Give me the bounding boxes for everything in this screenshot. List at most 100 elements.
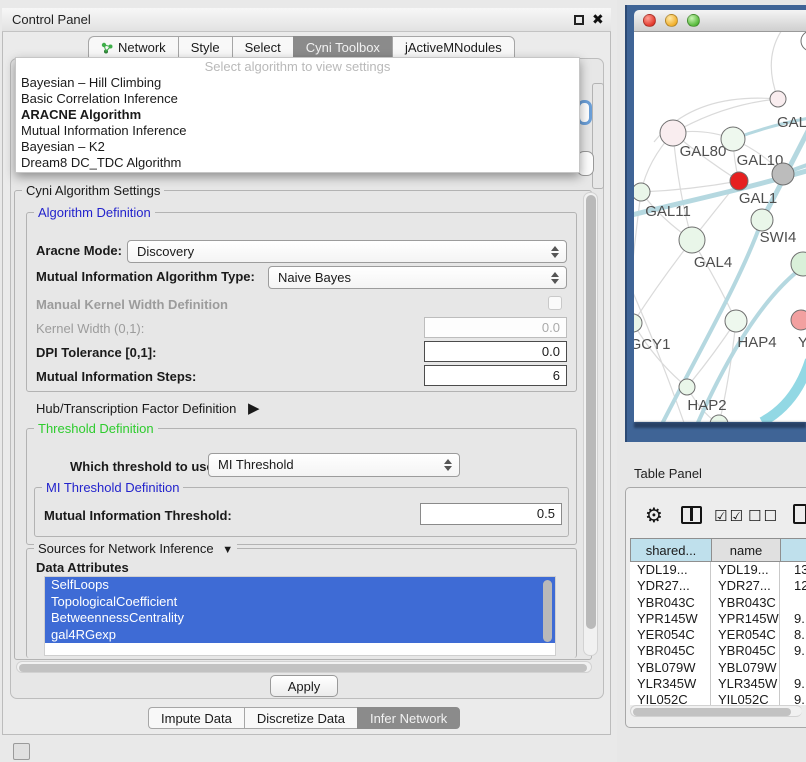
table-cell[interactable]: YLR345W (711, 676, 780, 692)
deselect-all-checkboxes-icon[interactable]: ☐☐ (748, 507, 779, 525)
algorithm-option[interactable]: Basic Correlation Inference (16, 91, 579, 107)
column-header-shared-name[interactable]: shared... (630, 538, 711, 562)
table-cell[interactable]: 9. (780, 643, 806, 659)
tab-jactivemnodules[interactable]: jActiveMNodules (392, 36, 515, 58)
network-node-gal10[interactable] (721, 127, 745, 151)
tab-impute-data[interactable]: Impute Data (148, 707, 244, 729)
table-cell[interactable]: YER054C (711, 627, 780, 643)
table-row[interactable]: YBR043CYBR043C (630, 595, 806, 611)
settings-hscrollbar[interactable] (16, 661, 592, 673)
table-row[interactable]: YDR27...YDR27...12 (630, 578, 806, 594)
tab-infer-network[interactable]: Infer Network (357, 707, 460, 729)
network-node[interactable] (710, 415, 728, 422)
data-attribute-item[interactable]: SelfLoops (45, 577, 555, 594)
tab-style[interactable]: Style (178, 36, 232, 58)
network-node-y[interactable] (791, 310, 806, 330)
table-hscrollbar-thumb[interactable] (633, 708, 791, 716)
apply-button[interactable]: Apply (270, 675, 338, 697)
table-row[interactable]: YBL079WYBL079W (630, 660, 806, 676)
table-cell[interactable]: YDR27... (711, 578, 780, 594)
table-cell[interactable]: YBL079W (630, 660, 711, 676)
table-cell[interactable]: 9. (780, 692, 806, 705)
network-window-titlebar[interactable] (634, 10, 806, 32)
table-cell[interactable]: 9. (780, 611, 806, 627)
settings-hscrollbar-thumb[interactable] (19, 664, 587, 672)
network-node-gal11[interactable] (634, 183, 650, 201)
minimize-traffic-light-icon[interactable] (665, 14, 678, 27)
zoom-traffic-light-icon[interactable] (687, 14, 700, 27)
table-cell[interactable]: YDL19... (711, 562, 780, 578)
mi-threshold-field[interactable]: 0.5 (420, 503, 562, 525)
network-node[interactable] (772, 163, 794, 185)
tab-network[interactable]: Network (88, 36, 178, 58)
table-cell[interactable]: 13 (780, 562, 806, 578)
grip-icon[interactable] (13, 743, 30, 760)
table-cell[interactable] (780, 660, 806, 676)
network-node-gal4[interactable] (679, 227, 705, 253)
hub-definition-toggle[interactable]: Hub/Transcription Factor Definition ▶ (36, 399, 260, 417)
table-cell[interactable]: YIL052C (630, 692, 711, 705)
gear-icon[interactable]: ⚙ (645, 503, 663, 528)
table-cell[interactable]: YBR043C (630, 595, 711, 611)
kernel-width-field[interactable]: 0.0 (424, 317, 567, 338)
table-cell[interactable]: YBR043C (711, 595, 780, 611)
data-attributes-list[interactable]: SelfLoopsTopologicalCoefficientBetweenne… (44, 576, 556, 656)
algorithm-option[interactable]: Bayesian – Hill Climbing (16, 75, 579, 91)
table-cell[interactable]: YER054C (630, 627, 711, 643)
which-threshold-select[interactable]: MI Threshold (208, 453, 460, 477)
table-cell[interactable]: 9. (780, 676, 806, 692)
network-node-gal1[interactable] (730, 172, 748, 190)
algorithm-option[interactable]: ARACNE Algorithm (16, 107, 579, 123)
table-cell[interactable]: YBR045C (630, 643, 711, 659)
algorithm-option[interactable]: Mutual Information Inference (16, 123, 579, 139)
table-row[interactable]: YER054CYER054C8. (630, 627, 806, 643)
table-cell[interactable] (780, 595, 806, 611)
float-window-icon[interactable] (574, 15, 584, 25)
table-hscrollbar[interactable] (630, 705, 802, 717)
aracne-mode-select[interactable]: Discovery (127, 240, 567, 263)
table-row[interactable]: YIL052CYIL052C9. (630, 692, 806, 705)
mi-algorithm-type-select[interactable]: Naive Bayes (268, 266, 567, 289)
data-attribute-item[interactable]: TopologicalCoefficient (45, 594, 555, 611)
settings-scrollbar-thumb[interactable] (586, 195, 596, 629)
close-icon[interactable]: ✖ (592, 11, 604, 28)
sources-group-title[interactable]: Sources for Network Inference ▼ (34, 541, 237, 556)
table-cell[interactable]: YIL052C (711, 692, 780, 705)
network-node-hap4[interactable] (725, 310, 747, 332)
split-columns-icon[interactable] (681, 506, 702, 524)
network-node-gal[interactable] (770, 91, 786, 107)
table-cell[interactable]: YDL19... (630, 562, 711, 578)
data-attribute-item[interactable]: BetweennessCentrality (45, 610, 555, 627)
table-cell[interactable]: 8. (780, 627, 806, 643)
table-cell[interactable]: YBL079W (711, 660, 780, 676)
table-row[interactable]: YBR045CYBR045C9. (630, 643, 806, 659)
table-row[interactable]: YLR345WYLR345W9. (630, 676, 806, 692)
algorithm-option[interactable]: Bayesian – K2 (16, 139, 579, 155)
network-node-hap2[interactable] (679, 379, 695, 395)
table-row[interactable]: YDL19...YDL19...13 (630, 562, 806, 578)
tab-select[interactable]: Select (232, 36, 293, 58)
close-traffic-light-icon[interactable] (643, 14, 656, 27)
table-cell[interactable]: YPR145W (630, 611, 711, 627)
network-node-swi4[interactable] (751, 209, 773, 231)
settings-scrollbar[interactable] (583, 192, 598, 656)
table-cell[interactable]: YLR345W (630, 676, 711, 692)
network-canvas[interactable]: GALGAL80GAL10GAL1GAL11SWI4GAL4GCY1HAP4YH… (634, 32, 806, 422)
algorithm-option[interactable]: Dream8 DC_TDC Algorithm (16, 155, 579, 171)
mi-steps-field[interactable]: 6 (424, 365, 567, 386)
column-header-name[interactable]: name (711, 538, 780, 562)
dpi-tolerance-field[interactable]: 0.0 (424, 341, 567, 362)
tab-cyni-toolbox[interactable]: Cyni Toolbox (293, 36, 392, 58)
network-node[interactable] (801, 32, 806, 51)
network-node-gcy1[interactable] (634, 314, 642, 332)
new-table-icon[interactable] (793, 504, 806, 524)
column-header-partial[interactable] (780, 538, 806, 562)
attributes-scrollbar-thumb[interactable] (543, 580, 552, 642)
table-cell[interactable]: 12 (780, 578, 806, 594)
node-table[interactable]: YDL19...YDL19...13YDR27...YDR27...12YBR0… (630, 562, 806, 705)
table-cell[interactable]: YBR045C (711, 643, 780, 659)
table-cell[interactable]: YPR145W (711, 611, 780, 627)
tab-discretize-data[interactable]: Discretize Data (244, 707, 357, 729)
table-cell[interactable]: YDR27... (630, 578, 711, 594)
select-all-checkboxes-icon[interactable]: ☑☑ (714, 507, 745, 525)
